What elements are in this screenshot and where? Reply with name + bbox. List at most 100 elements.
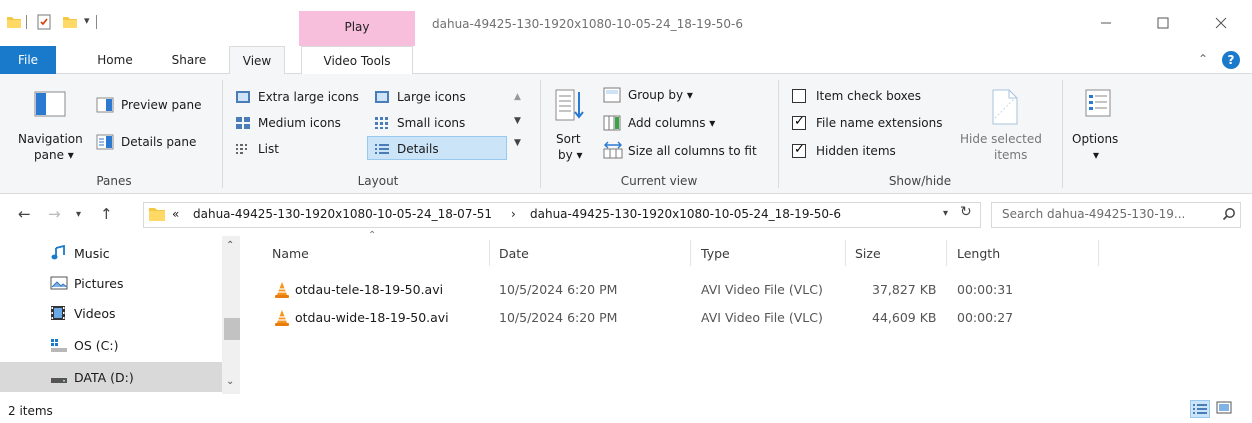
collapse-ribbon-icon[interactable]: ⌃ (1198, 52, 1208, 66)
details-pane-icon (96, 134, 114, 150)
back-icon[interactable]: ← (18, 205, 31, 223)
details-pane-button[interactable]: Details pane (121, 135, 196, 149)
ribbon-separator (222, 80, 223, 188)
group-by-button[interactable]: Group by ▾ (628, 88, 693, 102)
options-button[interactable]: Options ▾ (1068, 84, 1128, 170)
column-divider[interactable] (690, 240, 691, 266)
nav-item-os-drive[interactable]: OS (C:) (36, 330, 222, 360)
folder-icon[interactable] (6, 14, 22, 30)
breadcrumb-overflow[interactable]: « (172, 207, 179, 221)
current-view-group-label: Current view (620, 174, 698, 188)
layout-gallery-scroller[interactable]: ▲ ▼ ▼ (510, 86, 528, 164)
list-icon (235, 142, 251, 156)
options-icon (1084, 88, 1112, 118)
breadcrumb-current[interactable]: dahua-49425-130-1920x1080-10-05-24_18-19… (530, 207, 841, 221)
recent-locations-icon[interactable]: ▾ (76, 209, 81, 220)
navigation-pane-label: Navigation (18, 132, 83, 146)
file-name-extensions-label: File name extensions (816, 116, 943, 130)
tab-view[interactable]: View (229, 46, 285, 75)
refresh-icon[interactable]: ↻ (960, 204, 972, 220)
nav-item-videos[interactable]: Videos (36, 298, 222, 328)
details-icon (374, 142, 390, 156)
layout-group-label: Layout (357, 174, 399, 188)
address-dropdown-icon[interactable]: ▾ (943, 208, 948, 219)
group-by-icon (603, 87, 621, 103)
hide-selected-items-button[interactable]: Hide selected items (958, 84, 1058, 170)
search-icon (1222, 207, 1236, 221)
preview-pane-icon (96, 97, 114, 113)
column-header-size[interactable]: Size (855, 238, 945, 268)
column-header-date[interactable]: Date (499, 238, 689, 268)
customize-toolbar-icon[interactable]: ▾ (84, 14, 90, 27)
nav-item-label: Videos (74, 305, 116, 321)
column-divider[interactable] (489, 240, 490, 266)
scroll-up-icon[interactable]: ⌃ (226, 240, 234, 251)
tab-file[interactable]: File (0, 46, 56, 74)
close-button[interactable] (1198, 0, 1244, 46)
preview-pane-button[interactable]: Preview pane (121, 98, 201, 112)
tab-video-tools[interactable]: Video Tools (301, 46, 413, 75)
large-icons-view-button[interactable] (1215, 400, 1235, 418)
large-icons-icon (374, 90, 390, 104)
hidden-items-checkbox[interactable] (792, 142, 806, 158)
hide-selected-icon (990, 88, 1020, 126)
extra-large-icons-option[interactable]: Extra large icons (258, 90, 359, 104)
scroll-thumb[interactable] (224, 318, 240, 340)
list-option[interactable]: List (258, 142, 279, 156)
tab-share[interactable]: Share (160, 46, 218, 74)
column-header-type[interactable]: Type (701, 238, 843, 268)
maximize-button[interactable] (1140, 0, 1186, 46)
item-check-boxes-checkbox[interactable] (792, 89, 806, 103)
column-divider[interactable] (1098, 240, 1099, 266)
minimize-icon (1101, 22, 1111, 24)
nav-item-data-drive[interactable]: DATA (D:) (36, 362, 222, 392)
play-context-label: Play (344, 20, 370, 34)
file-date: 10/5/2024 6:20 PM (499, 282, 618, 297)
panes-group-label: Panes (96, 174, 132, 188)
nav-scrollbar[interactable] (222, 236, 240, 394)
file-type: AVI Video File (VLC) (701, 310, 823, 325)
close-icon (1215, 17, 1227, 29)
column-divider[interactable] (946, 240, 947, 266)
details-option[interactable]: Details (397, 142, 439, 156)
options-arrow: ▾ (1093, 148, 1100, 162)
show-hide-group-label: Show/hide (888, 174, 952, 188)
help-icon[interactable]: ? (1222, 51, 1240, 69)
table-row[interactable]: otdau-wide-18-19-50.avi 10/5/2024 6:20 P… (268, 306, 1100, 330)
column-header-length[interactable]: Length (957, 238, 1097, 268)
nav-item-label: Pictures (74, 275, 124, 291)
column-divider[interactable] (845, 240, 846, 266)
small-icons-option[interactable]: Small icons (397, 116, 465, 130)
add-columns-button[interactable]: Add columns ▾ (628, 116, 715, 130)
navigation-pane-button[interactable]: Navigation pane ▾ (14, 84, 90, 170)
file-length: 00:00:27 (957, 310, 1014, 325)
nav-item-music[interactable]: Music (36, 238, 222, 268)
medium-icons-option[interactable]: Medium icons (258, 116, 341, 130)
tab-home[interactable]: Home (86, 46, 144, 74)
file-length: 00:00:31 (957, 282, 1014, 297)
details-view-icon (1193, 404, 1207, 414)
vlc-icon (274, 309, 290, 327)
forward-icon[interactable]: → (48, 205, 61, 223)
properties-icon[interactable] (36, 14, 52, 30)
breadcrumb-parent[interactable]: dahua-49425-130-1920x1080-10-05-24_18-07… (193, 207, 492, 221)
hide-selected-label: Hide selected (960, 132, 1042, 146)
large-icons-option[interactable]: Large icons (397, 90, 466, 104)
details-view-button[interactable] (1190, 400, 1210, 418)
size-all-columns-button[interactable]: Size all columns to fit (628, 144, 757, 158)
minimize-button[interactable] (1083, 0, 1129, 46)
hidden-items-label: Hidden items (816, 144, 896, 158)
file-name-extensions-checkbox[interactable] (792, 114, 806, 130)
column-header-name[interactable]: Name (272, 238, 488, 268)
folder-icon (148, 206, 166, 222)
extra-large-icons-icon (235, 90, 251, 104)
nav-item-label: Music (74, 245, 110, 261)
qa-divider (26, 15, 27, 29)
sort-by-button[interactable]: Sort by ▾ (548, 84, 590, 170)
new-folder-icon[interactable] (62, 14, 78, 30)
scroll-down-icon[interactable]: ⌄ (226, 376, 234, 387)
table-row[interactable]: otdau-tele-18-19-50.avi 10/5/2024 6:20 P… (268, 278, 1100, 302)
file-date: 10/5/2024 6:20 PM (499, 310, 618, 325)
nav-item-pictures[interactable]: Pictures (36, 268, 222, 298)
up-icon[interactable]: ↑ (100, 205, 113, 223)
